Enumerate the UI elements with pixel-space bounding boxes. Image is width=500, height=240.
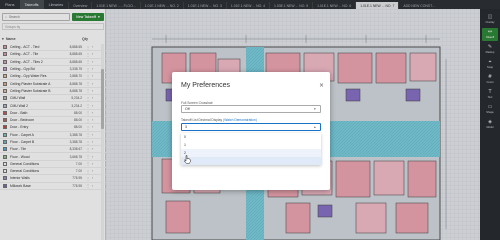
dropdown-option[interactable]: 3 <box>181 157 321 165</box>
decimal-display-value: 3 <box>185 125 187 129</box>
dropdown-option[interactable]: 2 <box>181 149 321 157</box>
chevron-down-icon: ▴ <box>314 125 316 129</box>
decimal-display-label: Takeoff List Decimal Display (Watch Demo… <box>181 118 257 122</box>
dropdown-option[interactable]: 1 <box>181 141 321 149</box>
watch-demonstration-link[interactable]: (Watch Demonstration) <box>223 118 257 122</box>
crosshair-select[interactable]: Off ▾ <box>181 105 321 113</box>
dropdown-option[interactable]: 0 <box>181 133 321 141</box>
decimal-display-select[interactable]: 3 ▴ <box>181 123 321 131</box>
decimal-display-label-text: Takeoff List Decimal Display <box>181 118 223 122</box>
preferences-modal: My Preferences × Full Screen Crosshair O… <box>172 72 330 190</box>
close-icon[interactable]: × <box>319 82 324 89</box>
modal-title: My Preferences <box>181 82 231 89</box>
decimal-options-dropdown: 0123 <box>181 133 321 165</box>
hand-cursor-icon <box>184 155 191 164</box>
crosshair-value: Off <box>185 107 190 111</box>
chevron-down-icon: ▾ <box>314 107 316 111</box>
